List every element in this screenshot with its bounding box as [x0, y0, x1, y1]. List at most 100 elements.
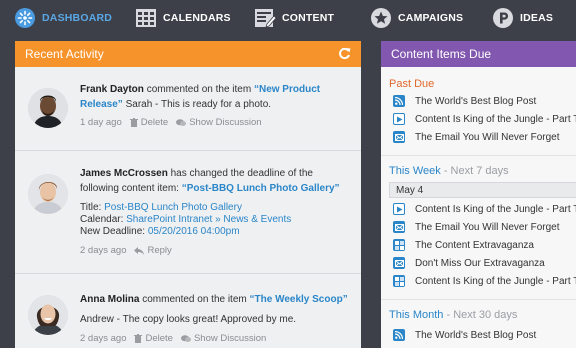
nav-campaigns[interactable]: CAMPAIGNS	[370, 0, 463, 36]
due-item[interactable]: The Email You Will Never Forget	[381, 218, 576, 236]
user-name[interactable]: Frank Dayton	[80, 84, 144, 95]
nav-ideas[interactable]: IDEAS	[492, 0, 553, 36]
activity-entry: James McCrossen has changed the deadline…	[15, 152, 361, 274]
nav-label: CAMPAIGNS	[398, 12, 464, 24]
this-month-title: This Month - Next 30 days	[381, 309, 576, 321]
dashboard-icon	[14, 7, 36, 29]
due-item-label: The Email You Will Never Forget	[415, 131, 560, 143]
video-icon	[393, 113, 405, 125]
user-name[interactable]: Anna Molina	[80, 294, 139, 305]
show-discussion-label: Show Discussion	[193, 333, 267, 344]
due-item[interactable]: Content Is King of the Jungle - Part Tw	[381, 272, 576, 290]
activity-entry: Frank Dayton commented on the item “New …	[15, 67, 361, 151]
timestamp: 2 days ago	[80, 333, 127, 344]
entry-body: Anna Molina commented on the item “The W…	[80, 292, 351, 346]
entry-body: Frank Dayton commented on the item “New …	[80, 82, 351, 130]
reply-icon	[134, 246, 145, 255]
delete-label: Delete	[140, 117, 169, 128]
timestamp: 2 days ago	[80, 245, 127, 256]
deadline-details: Title: Post-BBQ Lunch Photo Gallery Cale…	[80, 202, 351, 238]
due-item[interactable]: Don't Miss Our Extravaganza	[381, 254, 576, 272]
detail-label: Title:	[80, 202, 102, 213]
entry-meta: 2 days ago Delete Show Discussion	[80, 331, 351, 346]
past-due-list: The World's Best Blog Post Content Is Ki…	[381, 92, 576, 146]
due-item[interactable]: Content Is King of the Jungle - Part Tw	[381, 110, 576, 128]
item-link[interactable]: “The Weekly Scoop”	[250, 294, 348, 305]
past-due-title: Past Due	[389, 78, 435, 90]
entry-body: James McCrossen has changed the deadline…	[80, 166, 351, 258]
entry-text: James McCrossen has changed the deadline…	[80, 166, 351, 196]
ideas-icon	[492, 7, 514, 29]
due-item-label: The World's Best Blog Post	[415, 329, 537, 341]
due-item[interactable]: Content Is King of the Jungle - Part Tw	[381, 200, 576, 218]
top-navigation: DASHBOARD CALENDARS CONTENT CAMPAIGNS ID…	[0, 0, 576, 36]
nav-label: IDEAS	[520, 12, 554, 24]
refresh-icon[interactable]	[338, 47, 351, 60]
show-discussion-label: Show Discussion	[189, 117, 262, 128]
show-discussion-button[interactable]: Show Discussion	[180, 331, 267, 346]
detail-title-row: Title: Post-BBQ Lunch Photo Gallery	[80, 202, 351, 214]
nav-content[interactable]: CONTENT	[254, 0, 334, 36]
content-items-due-header: Content Items Due	[381, 41, 576, 67]
section-sub: - Next 30 days	[443, 309, 518, 321]
due-item-label: Content Is King of the Jungle - Part Tw	[415, 113, 576, 125]
panel-title: Recent Activity	[25, 47, 104, 61]
comment-text: Sarah - This is ready for a photo.	[125, 99, 272, 110]
panel-title: Content Items Due	[391, 47, 492, 61]
due-item-label: The World's Best Blog Post	[415, 95, 537, 107]
rss-icon	[393, 95, 405, 107]
event-icon	[393, 239, 405, 251]
activity-entry: Anna Molina commented on the item “The W…	[15, 275, 361, 348]
detail-label: Calendar:	[80, 214, 124, 225]
show-discussion-button[interactable]: Show Discussion	[176, 115, 262, 130]
email-icon	[393, 131, 405, 143]
comment-text: Andrew - The copy looks great! Approved …	[80, 314, 297, 325]
detail-calendar-row: Calendar: SharePoint Intranet » News & E…	[80, 214, 351, 226]
action-text: commented on the item	[146, 84, 252, 95]
calendar-icon	[135, 7, 157, 29]
avatar	[28, 295, 68, 335]
delete-button[interactable]: Delete	[134, 331, 173, 346]
due-item[interactable]: The Content Extravaganza	[381, 236, 576, 254]
due-item[interactable]: The World's Best Blog Post	[381, 326, 576, 344]
section-sub: - Next 7 days	[440, 165, 509, 177]
calendar-link[interactable]: SharePoint Intranet » News & Events	[126, 214, 291, 225]
nav-dashboard[interactable]: DASHBOARD	[14, 0, 112, 36]
entry-text: Frank Dayton commented on the item “New …	[80, 82, 351, 112]
this-week-list: Content Is King of the Jungle - Part Tw …	[381, 200, 576, 290]
chat-icon	[180, 334, 191, 343]
nav-calendars[interactable]: CALENDARS	[135, 0, 231, 36]
due-item-label: The Email You Will Never Forget	[415, 221, 560, 233]
section-label: This Month	[389, 309, 444, 321]
detail-label: New Deadline:	[80, 226, 146, 237]
delete-button[interactable]: Delete	[129, 115, 169, 130]
avatar	[28, 88, 68, 128]
content-icon	[254, 7, 276, 29]
detail-deadline-row: New Deadline: 05/20/2016 04:00pm	[80, 226, 351, 238]
user-name[interactable]: James McCrossen	[80, 168, 168, 179]
due-item-label: Don't Miss Our Extravaganza	[415, 257, 545, 269]
trash-icon	[129, 118, 138, 127]
event-icon	[393, 275, 405, 287]
video-icon	[393, 203, 405, 215]
nav-label: DASHBOARD	[42, 12, 113, 24]
chat-icon	[176, 118, 187, 127]
due-item[interactable]: The World's Best Blog Post	[381, 92, 576, 110]
entry-meta: 2 days ago Reply	[80, 243, 351, 258]
due-item[interactable]: The Email You Will Never Forget	[381, 128, 576, 146]
deadline-link[interactable]: 05/20/2016 04:00pm	[148, 226, 240, 237]
section-label: This Week	[389, 165, 441, 177]
entry-meta: 1 day ago Delete Show Discussion	[80, 115, 351, 130]
content-items-due-panel: Content Items Due Past Due The World's B…	[381, 41, 576, 348]
timestamp: 1 day ago	[80, 117, 122, 128]
item-link[interactable]: “Post-BBQ Lunch Photo Gallery”	[182, 183, 340, 194]
rss-icon	[393, 329, 405, 341]
email-icon	[393, 257, 405, 269]
due-item-label: The Content Extravaganza	[415, 239, 534, 251]
action-text: commented on the item	[142, 294, 247, 305]
title-link[interactable]: Post-BBQ Lunch Photo Gallery	[104, 202, 242, 213]
this-week-title: This Week - Next 7 days	[381, 165, 576, 177]
reply-button[interactable]: Reply	[134, 243, 172, 258]
nav-label: CALENDARS	[163, 12, 231, 24]
star-icon	[370, 7, 392, 29]
